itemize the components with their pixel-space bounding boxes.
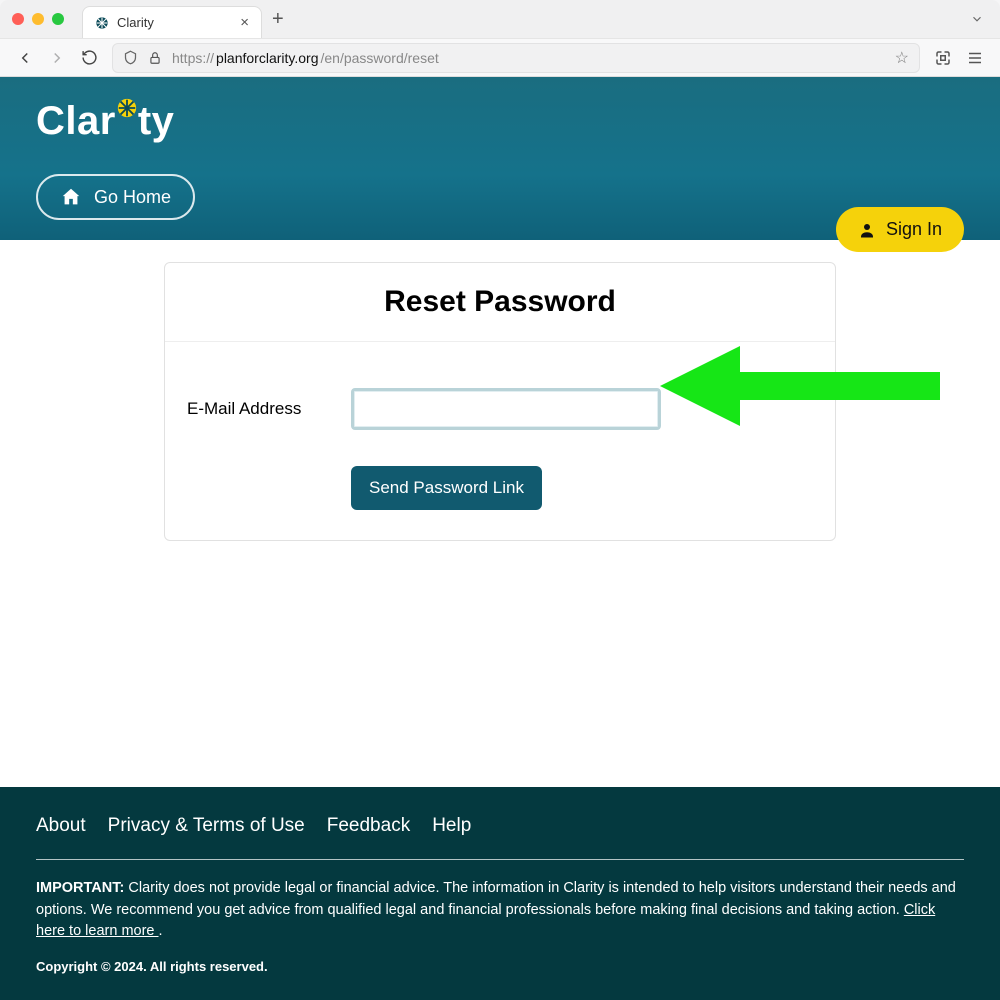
home-icon [60, 186, 82, 208]
footer-link-about[interactable]: About [36, 815, 86, 837]
address-bar[interactable]: https:// planforclarity.org /en/password… [112, 43, 920, 73]
new-tab-button[interactable]: + [272, 8, 284, 31]
browser-tab[interactable]: Clarity × [82, 6, 262, 38]
window-controls[interactable] [12, 13, 64, 25]
menu-icon[interactable] [966, 49, 984, 67]
footer-link-help[interactable]: Help [432, 815, 471, 837]
tab-title: Clarity [117, 15, 154, 30]
brand-logo[interactable]: Clar ty [36, 99, 964, 144]
extensions-icon[interactable] [934, 49, 952, 67]
browser-titlebar: Clarity × + [0, 0, 1000, 38]
lock-icon [148, 51, 162, 65]
url-host: planforclarity.org [216, 50, 318, 66]
footer-divider [36, 859, 964, 860]
close-window-icon[interactable] [12, 13, 24, 25]
footer-link-feedback[interactable]: Feedback [327, 815, 410, 837]
back-button[interactable] [16, 49, 34, 67]
bookmark-star-icon[interactable]: ☆ [895, 48, 909, 68]
reload-button[interactable] [80, 49, 98, 67]
send-password-link-button[interactable]: Send Password Link [351, 466, 542, 510]
reset-password-card: Reset Password E-Mail Address Send Passw… [164, 262, 836, 541]
go-home-label: Go Home [94, 187, 171, 208]
site-footer: About Privacy & Terms of Use Feedback He… [0, 787, 1000, 1000]
important-label: IMPORTANT: [36, 880, 124, 896]
important-text: Clarity does not provide legal or financ… [36, 880, 956, 918]
footer-links: About Privacy & Terms of Use Feedback He… [36, 809, 964, 859]
tabs-dropdown-icon[interactable] [970, 12, 984, 26]
email-label: E-Mail Address [187, 399, 337, 419]
footer-copyright: Copyright © 2024. All rights reserved. [36, 959, 964, 974]
browser-chrome: Clarity × + https:// planforclarity.org [0, 0, 1000, 77]
browser-toolbar: https:// planforclarity.org /en/password… [0, 38, 1000, 76]
site-header: Clar ty Go Home Sign In [0, 77, 1000, 240]
sign-in-button[interactable]: Sign In [836, 207, 964, 252]
card-title: Reset Password [165, 263, 835, 342]
email-field[interactable] [351, 388, 661, 430]
url-path: /en/password/reset [320, 50, 438, 66]
sign-in-label: Sign In [886, 219, 942, 240]
minimize-window-icon[interactable] [32, 13, 44, 25]
shield-icon [123, 50, 138, 65]
user-icon [858, 221, 876, 239]
forward-button [48, 49, 66, 67]
footer-disclaimer: IMPORTANT: Clarity does not provide lega… [36, 878, 964, 943]
maximize-window-icon[interactable] [52, 13, 64, 25]
url-scheme: https:// [172, 50, 214, 66]
footer-link-privacy[interactable]: Privacy & Terms of Use [108, 815, 305, 837]
favicon-icon [95, 16, 109, 30]
go-home-button[interactable]: Go Home [36, 174, 195, 220]
tab-close-icon[interactable]: × [240, 14, 249, 31]
logo-icon [116, 97, 138, 119]
